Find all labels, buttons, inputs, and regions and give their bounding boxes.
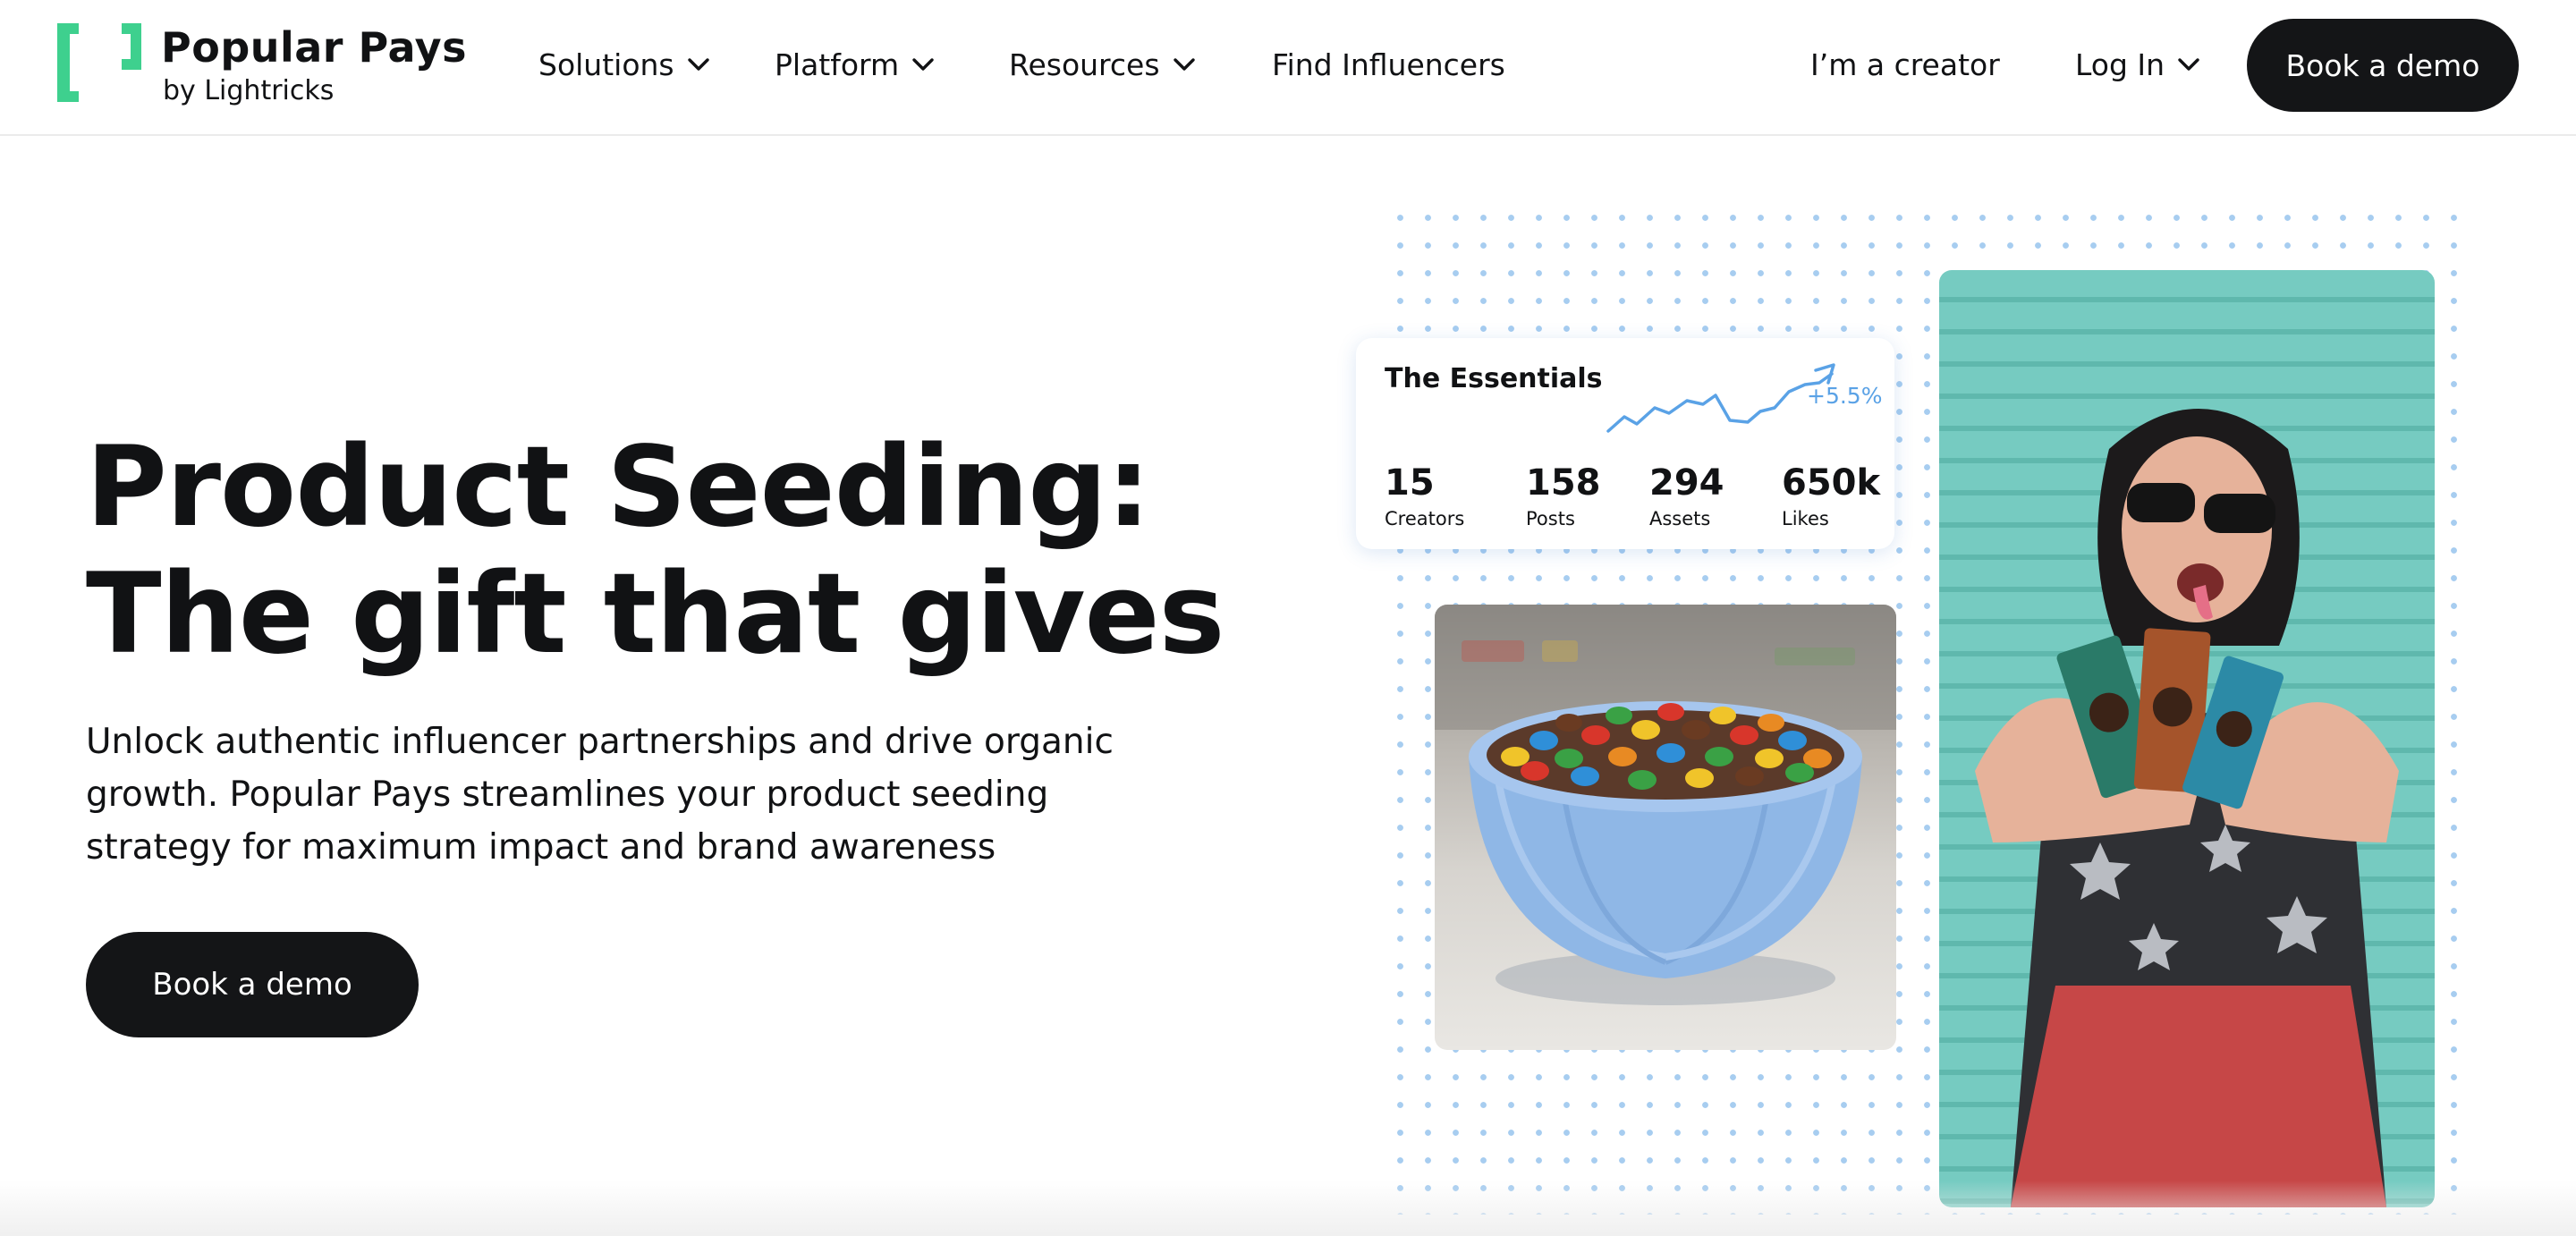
nav-platform[interactable]: Platform bbox=[775, 41, 935, 88]
login-menu[interactable]: Log In bbox=[2075, 41, 2200, 88]
hero-subtitle: Unlock authentic influencer partnerships… bbox=[86, 722, 1114, 868]
nav-solutions[interactable]: Solutions bbox=[538, 41, 710, 88]
stat-label: Likes bbox=[1782, 508, 1829, 529]
bracket-logo-icon bbox=[57, 23, 141, 102]
candy-bowl-image bbox=[1435, 605, 1896, 1050]
nav-platform-label: Platform bbox=[775, 47, 900, 82]
creator-holding-candy-image bbox=[1939, 270, 2435, 1207]
hero-book-demo-button[interactable]: Book a demo bbox=[86, 932, 419, 1037]
nav-resources-label: Resources bbox=[1009, 47, 1160, 82]
stat-value: 158 bbox=[1526, 462, 1601, 504]
nav-solutions-label: Solutions bbox=[538, 47, 674, 82]
nav-resources[interactable]: Resources bbox=[1009, 41, 1196, 88]
nav-find-influencers[interactable]: Find Influencers bbox=[1272, 41, 1505, 88]
stat-assets: 294 Assets bbox=[1649, 463, 1724, 529]
creator-link[interactable]: I’m a creator bbox=[1810, 41, 2000, 88]
stat-label: Posts bbox=[1526, 508, 1575, 529]
stat-value: 15 bbox=[1385, 462, 1435, 504]
stat-label: Creators bbox=[1385, 508, 1465, 529]
bottom-fade bbox=[0, 1181, 2576, 1236]
stat-value: 294 bbox=[1649, 462, 1724, 504]
stat-posts: 158 Posts bbox=[1526, 463, 1601, 529]
brand-name: Popular Pays bbox=[161, 23, 467, 72]
hero-book-demo-label: Book a demo bbox=[152, 967, 352, 1003]
site-header: Popular Pays by Lightricks Solutions Pla… bbox=[0, 0, 2576, 136]
essentials-stats-card: The Essentials +5.5% 15 Creators 158 Pos… bbox=[1356, 338, 1894, 549]
chevron-down-icon bbox=[1173, 58, 1195, 71]
brand-logo[interactable]: Popular Pays by Lightricks bbox=[55, 20, 466, 109]
candy-bowl-illustration bbox=[1435, 605, 1896, 1005]
stat-value: 650k bbox=[1782, 462, 1881, 504]
chevron-down-icon bbox=[912, 58, 934, 71]
chevron-down-icon bbox=[2178, 58, 2199, 71]
creator-illustration bbox=[1975, 409, 2399, 1207]
stat-creators: 15 Creators bbox=[1385, 463, 1464, 529]
brand-subtitle: by Lightricks bbox=[163, 75, 335, 106]
hero-title: Product Seeding: The gift that gives bbox=[86, 423, 1224, 679]
login-label: Log In bbox=[2075, 47, 2165, 82]
growth-percentage: +5.5% bbox=[1807, 383, 1883, 409]
nav-find-influencers-label: Find Influencers bbox=[1272, 47, 1505, 82]
stats-card-title: The Essentials bbox=[1385, 363, 1603, 394]
header-book-demo-button[interactable]: Book a demo bbox=[2247, 19, 2519, 112]
header-book-demo-label: Book a demo bbox=[2285, 47, 2480, 83]
stat-label: Assets bbox=[1649, 508, 1711, 529]
creator-link-label: I’m a creator bbox=[1810, 47, 2000, 82]
stat-likes: 650k Likes bbox=[1782, 463, 1880, 529]
chevron-down-icon bbox=[687, 58, 709, 71]
